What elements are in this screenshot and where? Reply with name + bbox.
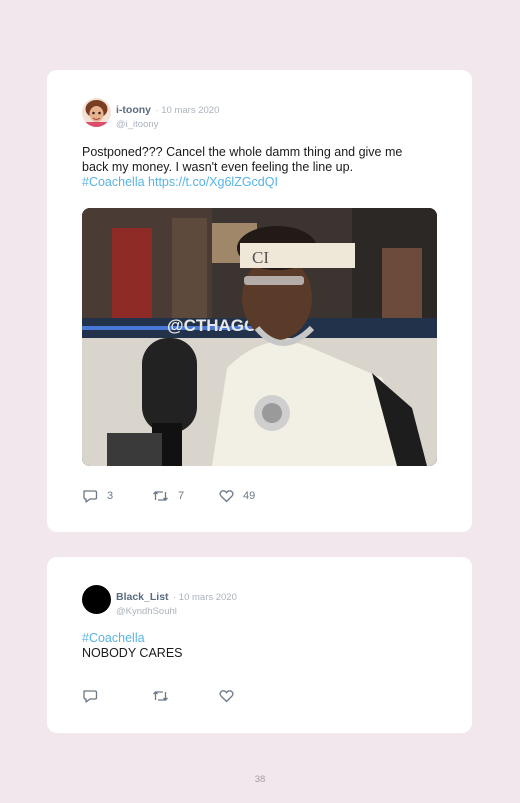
tweet-actions [82,688,234,704]
reply-button[interactable] [82,689,152,703]
tweet-header: Black_List · 10 mars 2020 @KyndhSouhl [116,587,237,617]
tweet-date[interactable]: · 10 mars 2020 [173,592,237,603]
retweet-icon [153,491,168,501]
headband-text: CI [252,248,269,267]
hashtag-link[interactable]: #Coachella [82,631,145,645]
avatar[interactable] [82,585,111,614]
tweet-date[interactable]: · 10 mars 2020 [155,105,219,116]
tweet-actions: 3 7 49 [82,488,255,504]
hashtag-link[interactable]: #Coachella [82,175,145,189]
like-icon [219,690,234,703]
tweet-media[interactable]: @CTHAGO CI [82,208,437,466]
reply-icon [83,490,98,503]
retweet-count: 7 [178,490,185,502]
retweet-icon [153,691,168,701]
user-handle[interactable]: @i_itoony [116,119,219,130]
like-count: 49 [243,490,256,502]
reply-button[interactable]: 3 [82,489,152,503]
reply-count: 3 [107,490,114,502]
user-name[interactable]: i-toony [116,104,151,116]
tweet-text-line: back my money. I wasn't even feeling the… [82,160,354,174]
tweet-card: Black_List · 10 mars 2020 @KyndhSouhl #C… [47,557,472,733]
url-link[interactable]: https://t.co/Xg6lZGcdQI [148,175,278,189]
like-button[interactable]: 49 [219,489,255,503]
tweet-card: i-toony · 10 mars 2020 @i_itoony Postpon… [47,70,472,532]
like-button[interactable] [219,689,234,703]
user-name[interactable]: Black_List [116,591,169,603]
tweet-text-line: NOBODY CARES [82,646,183,660]
user-handle[interactable]: @KyndhSouhl [116,606,237,617]
tweet-text-line: Postponed??? Cancel the whole damm thing… [82,145,403,159]
tweet-header: i-toony · 10 mars 2020 @i_itoony [116,100,219,130]
tweet-text: Postponed??? Cancel the whole damm thing… [82,145,442,190]
page-number: 38 [254,774,266,785]
tweet-text: #Coachella NOBODY CARES [82,631,442,661]
reply-icon [83,690,98,703]
retweet-button[interactable]: 7 [152,489,219,503]
media-caption: @CTHAGO [167,316,257,335]
avatar[interactable] [82,98,111,127]
retweet-button[interactable] [152,689,219,703]
like-icon [219,490,234,503]
